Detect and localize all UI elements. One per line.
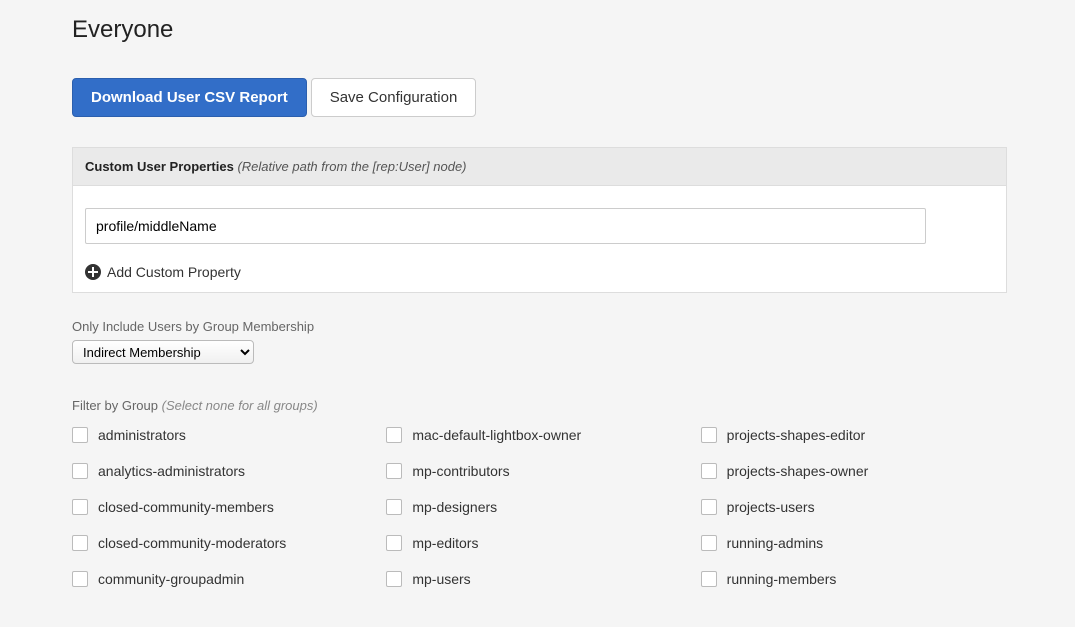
membership-label: Only Include Users by Group Membership [72,319,1007,334]
filter-hint: (Select none for all groups) [162,398,318,413]
group-label: running-admins [727,535,824,551]
checkbox-icon [386,571,402,587]
group-label: mp-designers [412,499,497,515]
filter-label: Filter by Group [72,398,158,413]
checkbox-icon [386,499,402,515]
save-configuration-button[interactable]: Save Configuration [311,78,477,117]
checkbox-icon [72,535,88,551]
action-buttons: Download User CSV Report Save Configurat… [72,78,1015,117]
custom-properties-hint: (Relative path from the [rep:User] node) [237,159,466,174]
group-checkbox-analytics-administrators[interactable]: analytics-administrators [72,463,386,479]
add-custom-property-label: Add Custom Property [107,264,241,280]
checkbox-icon [72,571,88,587]
download-csv-button[interactable]: Download User CSV Report [72,78,307,117]
filter-label-row: Filter by Group (Select none for all gro… [72,398,1007,413]
custom-properties-title: Custom User Properties [85,159,234,174]
group-checkbox-administrators[interactable]: administrators [72,427,386,443]
membership-select[interactable]: Indirect Membership [72,340,254,364]
group-checkbox-projects-users[interactable]: projects-users [701,499,1015,515]
custom-properties-panel: Custom User Properties (Relative path fr… [72,147,1007,293]
group-label: community-groupadmin [98,571,244,587]
group-checkbox-running-admins[interactable]: running-admins [701,535,1015,551]
group-label: projects-shapes-editor [727,427,866,443]
custom-property-input[interactable] [85,208,926,244]
group-label: projects-shapes-owner [727,463,869,479]
group-label: closed-community-members [98,499,274,515]
checkbox-icon [701,427,717,443]
group-checkbox-projects-shapes-editor[interactable]: projects-shapes-editor [701,427,1015,443]
checkbox-icon [386,427,402,443]
group-label: mp-users [412,571,470,587]
group-checkbox-mp-designers[interactable]: mp-designers [386,499,700,515]
group-checkbox-grid: administrators analytics-administrators cl… [64,427,1015,607]
checkbox-icon [72,427,88,443]
checkbox-icon [701,499,717,515]
group-label: mp-editors [412,535,478,551]
plus-icon [85,264,101,280]
checkbox-icon [701,463,717,479]
group-checkbox-community-groupadmin[interactable]: community-groupadmin [72,571,386,587]
group-label: projects-users [727,499,815,515]
group-checkbox-running-members[interactable]: running-members [701,571,1015,587]
group-checkbox-projects-shapes-owner[interactable]: projects-shapes-owner [701,463,1015,479]
group-label: analytics-administrators [98,463,245,479]
group-label: administrators [98,427,186,443]
checkbox-icon [701,571,717,587]
group-label: running-members [727,571,837,587]
group-checkbox-mac-default-lightbox-owner[interactable]: mac-default-lightbox-owner [386,427,700,443]
group-checkbox-closed-community-moderators[interactable]: closed-community-moderators [72,535,386,551]
group-checkbox-mp-editors[interactable]: mp-editors [386,535,700,551]
checkbox-icon [386,463,402,479]
checkbox-icon [386,535,402,551]
group-checkbox-mp-contributors[interactable]: mp-contributors [386,463,700,479]
group-label: mac-default-lightbox-owner [412,427,581,443]
checkbox-icon [72,463,88,479]
group-checkbox-mp-users[interactable]: mp-users [386,571,700,587]
group-label: mp-contributors [412,463,509,479]
checkbox-icon [72,499,88,515]
custom-properties-header: Custom User Properties (Relative path fr… [73,148,1006,186]
page-title: Everyone [72,16,1015,44]
group-label: closed-community-moderators [98,535,286,551]
add-custom-property-button[interactable]: Add Custom Property [85,264,994,280]
group-checkbox-closed-community-members[interactable]: closed-community-members [72,499,386,515]
checkbox-icon [701,535,717,551]
